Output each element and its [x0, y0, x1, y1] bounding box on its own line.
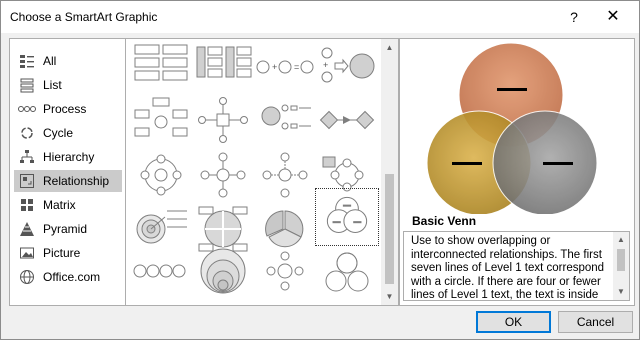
description-box: Use to show overlapping or interconnecte… [403, 231, 630, 301]
ok-button[interactable]: OK [476, 311, 551, 333]
category-list-item[interactable]: List [14, 74, 122, 96]
category-pyramid[interactable]: Pyramid [14, 218, 122, 240]
layout-thumbnail[interactable] [317, 245, 377, 297]
layout-thumbnail-selected[interactable] [315, 188, 379, 246]
layout-thumbnail[interactable] [131, 203, 191, 255]
scrollbar-thumb[interactable] [617, 249, 625, 271]
layout-thumbnail[interactable] [193, 245, 253, 297]
all-icon [17, 53, 37, 69]
relationship-icon [17, 173, 37, 189]
gallery-scrollbar[interactable]: ▲ ▼ [381, 39, 398, 305]
scroll-down-icon[interactable]: ▼ [613, 284, 629, 300]
category-list: All List Process Cycle Hierarchy Relatio… [9, 38, 125, 306]
venn-text-placeholder [452, 162, 482, 165]
help-icon[interactable]: ? [562, 5, 586, 29]
preview-pane: Basic Venn Use to show overlapping or in… [399, 38, 635, 306]
layout-thumbnail[interactable] [193, 151, 253, 203]
category-label: All [43, 54, 57, 68]
picture-icon [17, 245, 37, 261]
layout-thumbnail[interactable] [193, 96, 253, 148]
scroll-up-icon[interactable]: ▲ [613, 232, 629, 248]
category-hierarchy[interactable]: Hierarchy [14, 146, 122, 168]
category-matrix[interactable]: Matrix [14, 194, 122, 216]
category-office-com[interactable]: Office.com [14, 266, 122, 288]
layout-thumbnail[interactable] [131, 251, 191, 303]
title-bar: Choose a SmartArt Graphic ? ✕ [1, 1, 639, 33]
layout-gallery: + = + [125, 38, 399, 306]
layout-thumbnail[interactable] [255, 96, 315, 148]
description-text: Use to show overlapping or interconnecte… [411, 235, 605, 301]
category-all[interactable]: All [14, 50, 122, 72]
process-icon [17, 101, 37, 117]
category-label: Process [43, 102, 87, 116]
layout-thumbnail[interactable] [255, 251, 315, 303]
svg-text:+: + [323, 60, 328, 70]
description-scrollbar[interactable]: ▲ ▼ [613, 232, 629, 300]
close-icon[interactable]: ✕ [601, 5, 625, 29]
pyramid-icon [17, 221, 37, 237]
layout-thumbnail[interactable] [317, 96, 377, 148]
svg-text:=: = [294, 62, 299, 72]
venn-text-placeholder [497, 88, 527, 91]
layout-thumbnail[interactable] [255, 203, 315, 255]
venn-text-placeholder [543, 162, 573, 165]
category-relationship[interactable]: Relationship [14, 170, 122, 192]
svg-text:+: + [272, 62, 277, 72]
category-label: Relationship [43, 174, 110, 188]
scrollbar-thumb[interactable] [385, 174, 394, 284]
venn-preview [426, 42, 598, 214]
category-label: Office.com [43, 270, 101, 284]
layout-thumbnail[interactable] [193, 41, 253, 93]
category-label: Hierarchy [43, 150, 95, 164]
layout-thumbnail[interactable] [131, 151, 191, 203]
category-label: Pyramid [43, 222, 88, 236]
scroll-up-icon[interactable]: ▲ [381, 39, 398, 56]
category-label: List [43, 78, 62, 92]
category-label: Cycle [43, 126, 74, 140]
category-cycle[interactable]: Cycle [14, 122, 122, 144]
layout-thumbnail[interactable] [255, 151, 315, 203]
matrix-icon [17, 197, 37, 213]
layout-thumbnail[interactable]: + [317, 41, 377, 93]
category-picture[interactable]: Picture [14, 242, 122, 264]
scroll-down-icon[interactable]: ▼ [381, 288, 398, 305]
window-title: Choose a SmartArt Graphic [10, 10, 158, 24]
hierarchy-icon [17, 149, 37, 165]
layout-thumbnail[interactable] [131, 41, 191, 93]
category-label: Picture [43, 246, 81, 260]
cancel-button[interactable]: Cancel [558, 311, 633, 333]
category-label: Matrix [43, 198, 76, 212]
cycle-icon [17, 125, 37, 141]
preview-title: Basic Venn [412, 214, 477, 228]
category-process[interactable]: Process [14, 98, 122, 120]
layout-thumbnail[interactable] [131, 96, 191, 148]
smartart-dialog: Choose a SmartArt Graphic ? ✕ All List P… [0, 0, 640, 340]
office-com-icon [17, 269, 37, 285]
list-icon [17, 77, 37, 93]
layout-thumbnail[interactable]: + = [255, 41, 315, 93]
